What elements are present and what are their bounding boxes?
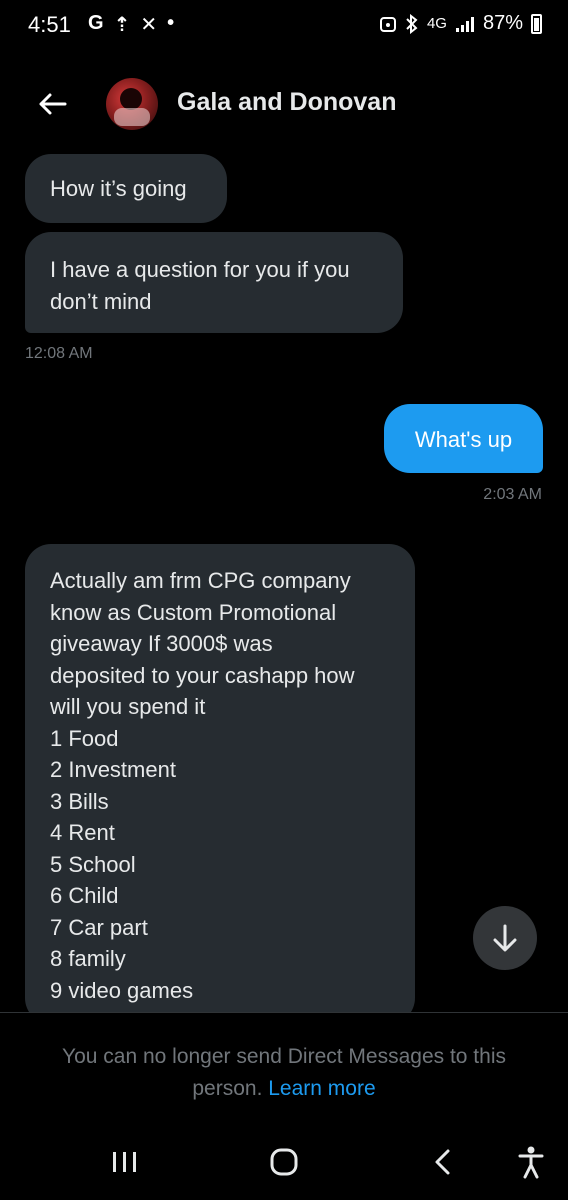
message-timestamp: 12:08 AM [25, 345, 93, 362]
accessibility-button[interactable] [506, 1142, 556, 1182]
home-icon [270, 1148, 298, 1176]
message-bubble[interactable]: How it’s going [25, 154, 227, 223]
back-button[interactable] [30, 82, 74, 126]
home-button[interactable] [259, 1142, 309, 1182]
dot-icon: • [167, 12, 175, 34]
scroll-to-bottom-button[interactable] [473, 906, 537, 970]
chevron-left-icon [435, 1149, 450, 1175]
message-text: I have a question for you if you don’t m… [50, 257, 350, 314]
system-nav-bar [0, 1124, 568, 1200]
accessibility-icon [518, 1146, 544, 1179]
recent-apps-icon [113, 1152, 136, 1172]
arrow-down-icon [493, 924, 517, 952]
missed-call-icon: ✕ [140, 14, 158, 36]
status-time: 4:51 [28, 12, 71, 37]
message-bubble-sent[interactable]: What's up [384, 404, 543, 473]
google-icon: G [88, 12, 104, 34]
avatar[interactable] [106, 78, 158, 130]
arrow-left-icon [39, 93, 67, 115]
alarm-icon [379, 16, 396, 32]
message-timestamp: 2:03 AM [483, 486, 542, 503]
status-bar: 4:51 G ⇡ ✕ • 4G 87% [0, 0, 568, 52]
signal-icon [455, 16, 474, 32]
recent-apps-button[interactable] [100, 1142, 150, 1182]
system-back-button[interactable] [418, 1142, 468, 1182]
battery-percent: 87% [482, 12, 523, 34]
message-bubble[interactable]: Actually am frm CPG company know as Cust… [25, 544, 415, 1024]
conversation-title[interactable]: Gala and Donovan [177, 88, 396, 117]
network-type: 4G [426, 15, 447, 32]
dm-disabled-notice: You can no longer send Direct Messages t… [0, 1012, 568, 1124]
upload-icon: ⇡ [113, 14, 131, 36]
status-left-icons: G ⇡ ✕ • [88, 12, 174, 37]
status-right-icons: 4G 87% [379, 12, 542, 35]
learn-more-link[interactable]: Learn more [268, 1077, 375, 1100]
message-bubble[interactable]: I have a question for you if you don’t m… [25, 232, 403, 333]
battery-icon [531, 13, 542, 34]
bluetooth-icon [406, 13, 418, 34]
conversation-header: Gala and Donovan [0, 60, 568, 148]
